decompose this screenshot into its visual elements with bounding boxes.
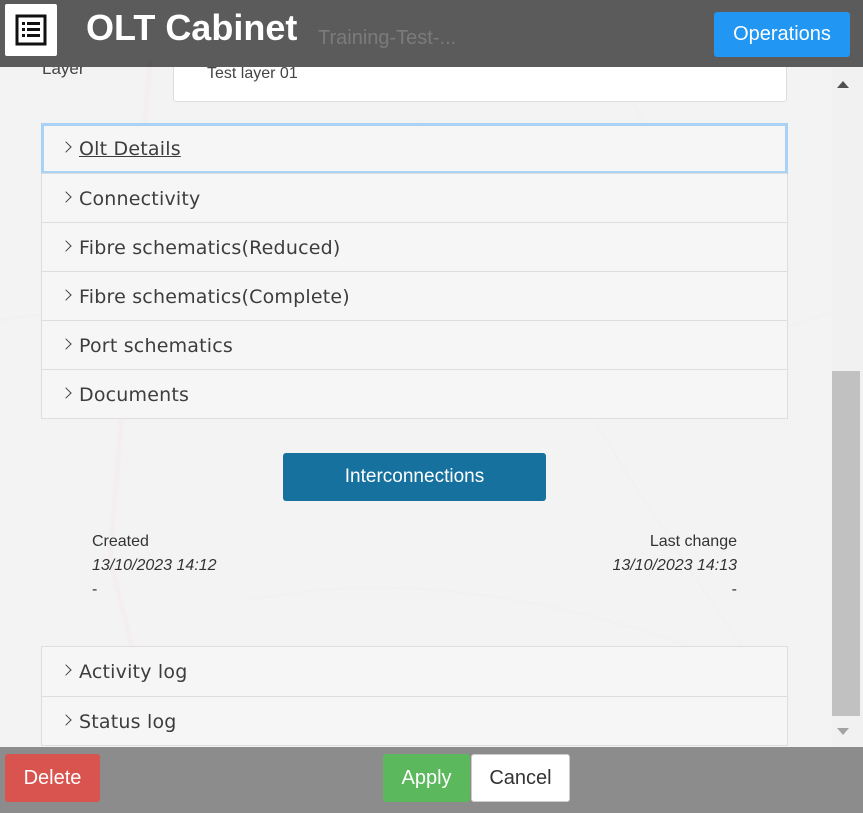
chevron-right-icon	[60, 289, 72, 301]
chevron-right-icon	[60, 664, 72, 676]
last-change-by: -	[731, 581, 737, 598]
dialog-header: Training-Test-... OLT Cabinet Operations	[0, 0, 863, 67]
chevron-right-icon	[60, 338, 72, 350]
accordion-label: Fibre schematics(Complete)	[79, 286, 350, 308]
scroll-up-arrow-icon[interactable]	[837, 81, 849, 88]
layer-label: Layer	[42, 67, 85, 78]
accordion-status-log[interactable]: Status log	[42, 696, 787, 745]
accordion-label: Documents	[79, 384, 190, 406]
scrollbar-thumb[interactable]	[832, 371, 860, 716]
accordion-label: Connectivity	[79, 188, 201, 210]
apply-button[interactable]: Apply	[383, 754, 470, 802]
chevron-right-icon	[60, 387, 72, 399]
accordion-port-schematics[interactable]: Port schematics	[42, 320, 787, 369]
chevron-right-icon	[60, 191, 72, 203]
cancel-button[interactable]: Cancel	[471, 754, 570, 802]
created-label: Created	[92, 533, 149, 550]
interconnections-button[interactable]: Interconnections	[283, 453, 546, 501]
accordion-fibre-schematics-reduced[interactable]: Fibre schematics(Reduced)	[42, 222, 787, 271]
delete-button[interactable]: Delete	[5, 754, 100, 802]
background-tab-text: Training-Test-...	[318, 27, 457, 49]
accordion-label: Status log	[79, 711, 177, 733]
created-by: -	[92, 581, 98, 598]
last-change-label: Last change	[649, 533, 737, 550]
accordion-label: Fibre schematics(Reduced)	[79, 237, 341, 259]
accordion-connectivity[interactable]: Connectivity	[42, 173, 787, 222]
chevron-right-icon	[60, 141, 72, 153]
dialog-body[interactable]: Layer Test layer 01 Olt Details Connecti…	[0, 67, 832, 747]
chevron-right-icon	[60, 714, 72, 726]
layer-field[interactable]: Test layer 01	[173, 67, 787, 102]
accordion-olt-details[interactable]: Olt Details	[41, 123, 788, 174]
accordion-documents[interactable]: Documents	[42, 369, 787, 418]
accordion-label: Port schematics	[79, 335, 234, 357]
accordion-label: Olt Details	[79, 138, 181, 160]
dialog-footer: Delete Apply Cancel	[0, 747, 863, 813]
chevron-right-icon	[60, 240, 72, 252]
dialog-title: OLT Cabinet	[86, 7, 298, 48]
vertical-scrollbar[interactable]	[832, 67, 863, 747]
created-date: 13/10/2023 14:12	[92, 557, 217, 574]
layer-value: Test layer 01	[207, 67, 298, 82]
log-accordion: Activity log Status log	[41, 646, 788, 746]
accordion-label: Activity log	[79, 661, 188, 683]
details-accordion: Olt Details Connectivity Fibre schematic…	[41, 123, 788, 419]
list-icon[interactable]	[5, 4, 57, 56]
operations-button[interactable]: Operations	[714, 12, 850, 57]
last-change-date: 13/10/2023 14:13	[612, 557, 737, 574]
scroll-down-arrow-icon[interactable]	[837, 728, 849, 735]
accordion-fibre-schematics-complete[interactable]: Fibre schematics(Complete)	[42, 271, 787, 320]
accordion-activity-log[interactable]: Activity log	[42, 647, 787, 696]
